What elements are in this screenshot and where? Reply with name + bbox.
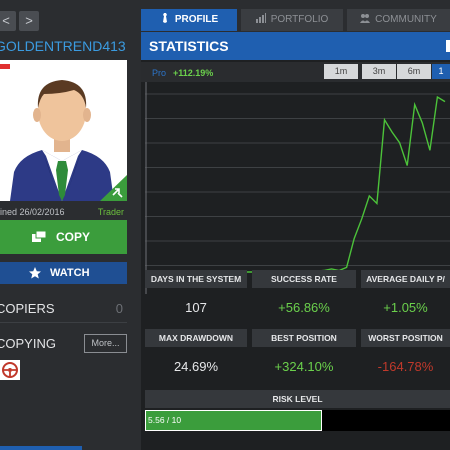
best-position-value: +324.10%	[274, 359, 334, 374]
worst-position-value: -164.78%	[377, 359, 434, 374]
joined-row: ined 26/02/2016 Trader	[0, 207, 127, 217]
tab-community[interactable]: COMMUNITY	[347, 9, 450, 31]
days-in-system-value: 107	[185, 300, 207, 315]
profile-tie-icon	[162, 13, 167, 23]
chart-toolbar: Pro +112.19% 1m 3m 6m 1	[141, 62, 450, 82]
joined-date: ined 26/02/2016	[0, 207, 65, 217]
trader-profile-page: < > GOLDENTREND413 ined 26/02/2016 Trade…	[0, 0, 450, 450]
max-drawdown-value: 24.69%	[173, 359, 219, 374]
risk-level-text: 5.56 / 10	[148, 415, 182, 425]
best-position-label: BEST POSITION	[252, 329, 356, 347]
next-trader-button[interactable]: >	[19, 11, 39, 31]
copy-button-label: COPY	[56, 230, 91, 244]
risk-level-label: RISK LEVEL	[145, 390, 450, 408]
watch-button-label: WATCH	[50, 267, 90, 279]
average-daily-label: AVERAGE DAILY P/	[361, 270, 450, 288]
period-1y-button[interactable]: 1	[432, 64, 450, 79]
watch-button[interactable]: WATCH	[0, 262, 127, 284]
success-rate-label: SUCCESS RATE	[252, 270, 356, 288]
worst-position-label: WORST POSITION	[361, 329, 450, 347]
tab-label: PROFILE	[174, 14, 219, 25]
copiers-row: COPIERS 0	[0, 301, 127, 316]
max-drawdown-label: MAX DRAWDOWN	[145, 329, 247, 347]
statistics-header: STATISTICS	[141, 32, 450, 60]
chevron-right-icon: >	[25, 13, 33, 28]
flag-icon	[0, 64, 10, 74]
tab-label: COMMUNITY	[375, 14, 437, 25]
profile-sidebar: < > GOLDENTREND413 ined 26/02/2016 Trade…	[0, 0, 138, 450]
copying-label: COPYING	[0, 336, 56, 351]
more-button[interactable]: More...	[84, 334, 127, 353]
copy-button[interactable]: COPY	[0, 220, 127, 254]
statistics-title: STATISTICS	[149, 38, 229, 54]
tab-portfolio[interactable]: PORTFOLIO	[241, 9, 343, 31]
copiers-count: 0	[115, 301, 123, 316]
trader-role: Trader	[97, 207, 124, 217]
star-eye-icon	[29, 267, 41, 279]
statistics-panel: STATISTICS Pro +112.19% 1m 3m 6m 1 DAYS …	[141, 32, 450, 450]
period-1m-button[interactable]: 1m	[324, 64, 358, 79]
average-daily-value: +1.05%	[383, 300, 428, 315]
divider	[0, 322, 127, 323]
legend-series-value: +112.19%	[173, 68, 214, 78]
days-in-system-label: DAYS IN THE SYSTEM	[145, 270, 247, 288]
copy-icon	[32, 231, 46, 242]
trader-username: GOLDENTREND413	[0, 38, 126, 54]
community-people-icon	[360, 14, 371, 23]
tab-label: PORTFOLIO	[270, 14, 329, 25]
success-rate-value: +56.86%	[278, 300, 330, 315]
risk-level-bar: 5.56 / 10	[145, 410, 450, 431]
tab-profile[interactable]: PROFILE	[141, 9, 237, 31]
copiers-label: COPIERS	[0, 301, 55, 316]
performance-chart	[145, 82, 450, 294]
period-6m-button[interactable]: 6m	[397, 64, 431, 79]
profile-tabs: PROFILE PORTFOLIO COMMUNITY	[141, 9, 450, 31]
header-edge	[446, 40, 450, 52]
bottom-accent	[0, 446, 82, 450]
chevron-left-icon: <	[2, 13, 10, 28]
previous-trader-button[interactable]: <	[0, 11, 16, 31]
legend-series-name: Pro	[152, 68, 167, 78]
period-3m-button[interactable]: 3m	[362, 64, 396, 79]
portfolio-chart-icon	[255, 13, 266, 23]
steering-wheel-icon[interactable]	[0, 360, 20, 380]
copy-trader-corner-icon	[100, 175, 127, 201]
